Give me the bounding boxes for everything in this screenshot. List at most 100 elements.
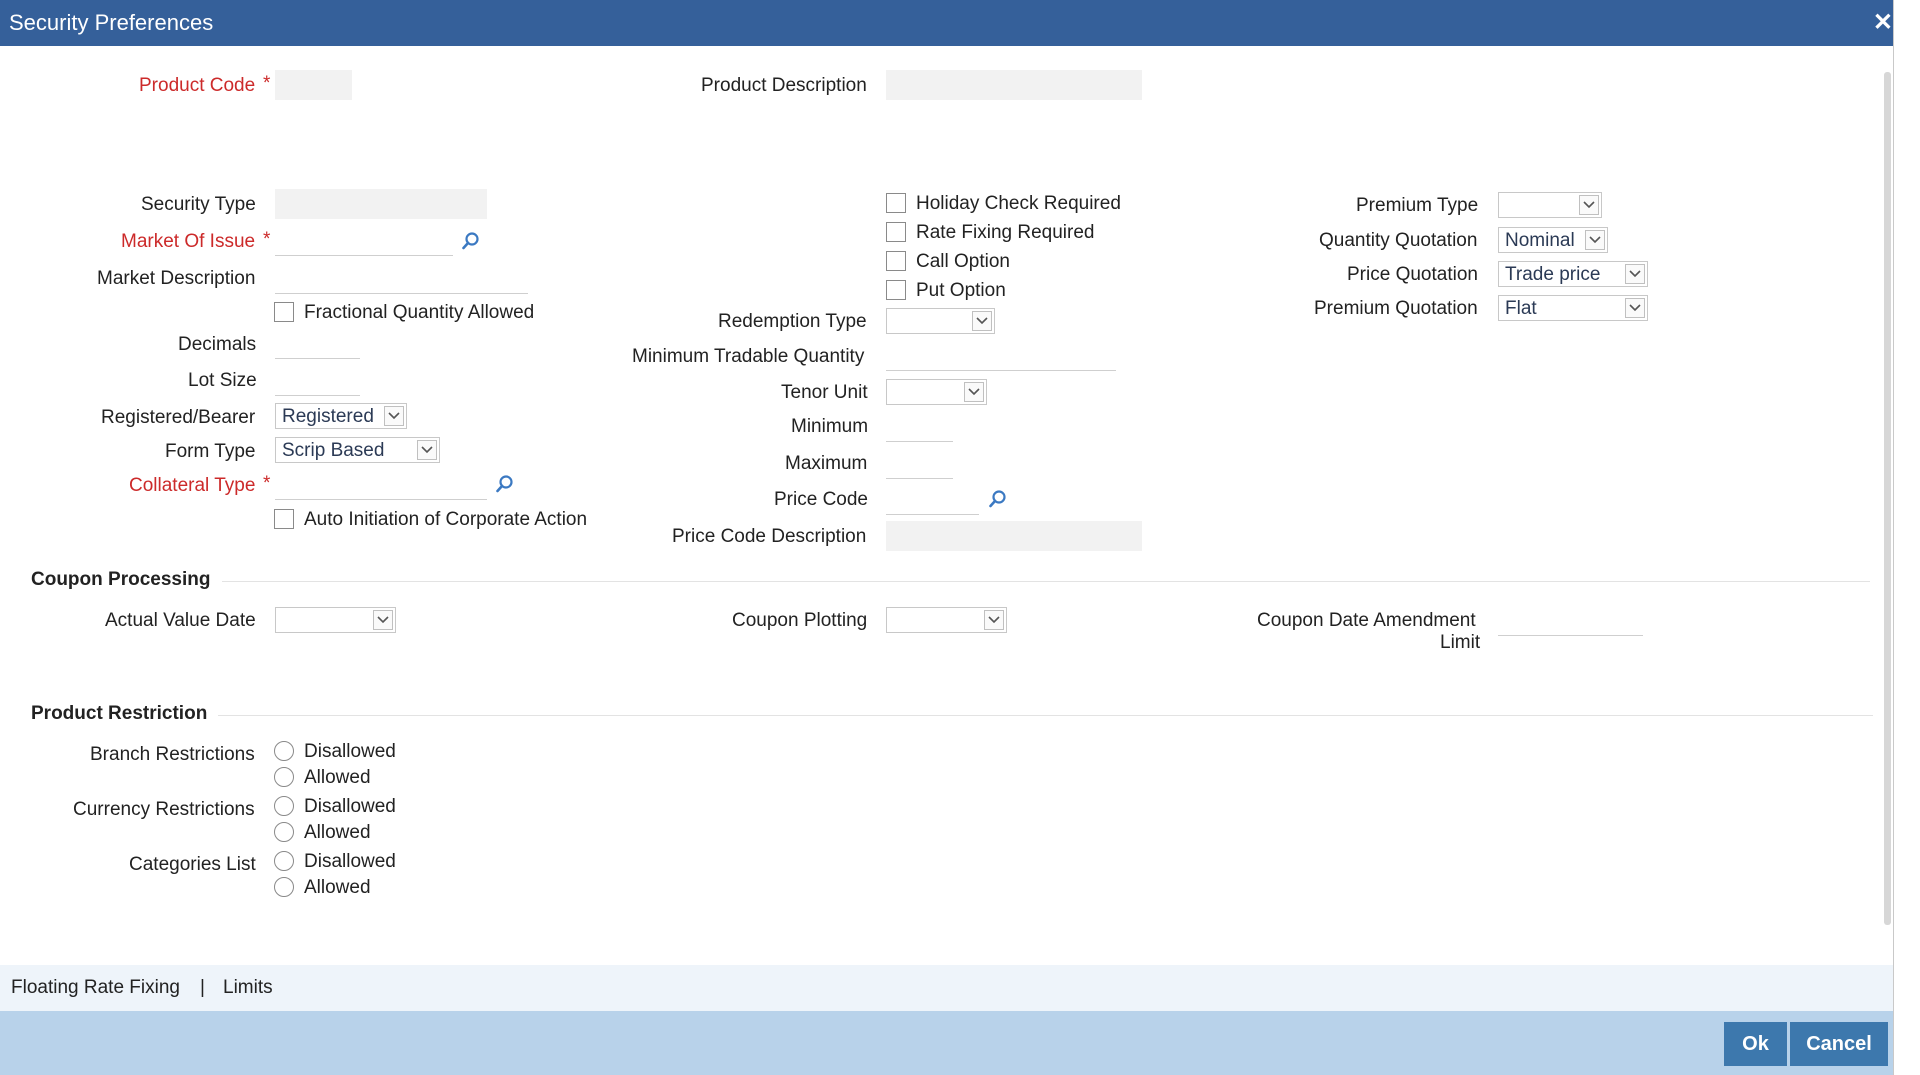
price-quotation-select[interactable]: Trade price [1498,261,1648,287]
branch-restrictions-label: Branch Restrictions [90,744,255,765]
search-icon[interactable] [461,231,481,251]
chevron-down-icon[interactable] [1585,230,1605,250]
chevron-down-icon[interactable] [1625,298,1645,318]
amendment-limit-input[interactable] [1498,607,1643,636]
security-preferences-window: Security Preferences ✕ Product Code * Pr… [0,0,1894,1075]
min-tradable-qty-label: Minimum Tradable Quantity [632,346,865,367]
lot-size-label: Lot Size [188,370,257,391]
market-of-issue-label: Market Of Issue [121,231,256,252]
chevron-down-icon[interactable] [373,610,393,630]
ok-button[interactable]: Ok [1724,1022,1787,1066]
chevron-down-icon[interactable] [1625,264,1645,284]
registered-bearer-select[interactable]: Registered [275,403,407,429]
categories-allowed-radio[interactable] [274,877,294,897]
sub-screen-tabs: Floating Rate Fixing | Limits [0,965,1893,1011]
price-code-desc-field [886,521,1142,551]
auto-initiation-checkbox[interactable] [274,509,294,529]
min-tradable-qty-input[interactable] [886,342,1116,371]
form-type-value: Scrip Based [282,440,385,461]
quantity-quotation-value: Nominal [1505,230,1575,251]
branch-disallowed-radio[interactable] [274,741,294,761]
categories-disallowed-label: Disallowed [304,851,396,872]
chevron-down-icon[interactable] [964,382,984,402]
categories-disallowed-radio[interactable] [274,851,294,871]
currency-disallowed-radio[interactable] [274,796,294,816]
product-restriction-heading: Product Restriction [31,703,208,724]
required-star: * [263,73,271,94]
price-quotation-label: Price Quotation [1347,264,1478,285]
chevron-down-icon[interactable] [972,311,992,331]
registered-bearer-label: Registered/Bearer [101,407,256,428]
rate-fixing-checkbox[interactable] [886,222,906,242]
price-code-input[interactable] [886,486,979,515]
lot-size-input[interactable] [275,367,360,396]
currency-disallowed-label: Disallowed [304,796,396,817]
form-type-select[interactable]: Scrip Based [275,437,440,463]
branch-disallowed-label: Disallowed [304,741,396,762]
minimum-label: Minimum [791,416,869,437]
redemption-type-select[interactable] [886,308,995,334]
maximum-label: Maximum [785,453,868,474]
chevron-down-icon[interactable] [417,440,437,460]
holiday-check-checkbox[interactable] [886,193,906,213]
required-star: * [263,229,271,250]
section-divider [218,715,1873,716]
call-option-checkbox[interactable] [886,251,906,271]
footer-bar: Ok Cancel [0,1011,1893,1075]
tenor-unit-label: Tenor Unit [781,382,868,403]
price-quotation-value: Trade price [1505,264,1601,285]
put-option-checkbox[interactable] [886,280,906,300]
search-icon[interactable] [495,474,515,494]
chevron-down-icon[interactable] [1579,195,1599,215]
security-type-label: Security Type [141,194,256,215]
fractional-quantity-checkbox[interactable] [274,302,294,322]
tab-separator: | [200,977,205,998]
maximum-input[interactable] [886,450,953,479]
decimals-input[interactable] [275,330,360,359]
actual-value-date-select[interactable] [275,607,396,633]
product-code-field[interactable] [275,70,352,100]
branch-allowed-radio[interactable] [274,767,294,787]
categories-allowed-label: Allowed [304,877,371,898]
product-description-label: Product Description [701,75,867,96]
collateral-type-input[interactable] [275,471,487,500]
chevron-down-icon[interactable] [984,610,1004,630]
price-code-desc-label: Price Code Description [672,526,867,547]
search-icon[interactable] [988,489,1008,509]
registered-bearer-value: Registered [282,406,374,427]
vertical-scrollbar[interactable] [1884,72,1891,925]
section-divider [222,581,1870,582]
close-icon[interactable]: ✕ [1873,0,1893,46]
auto-initiation-label: Auto Initiation of Corporate Action [304,509,588,530]
fractional-quantity-label: Fractional Quantity Allowed [304,302,535,323]
coupon-plotting-label: Coupon Plotting [732,610,868,631]
decimals-label: Decimals [178,334,257,355]
call-option-label: Call Option [916,251,1010,272]
put-option-label: Put Option [916,280,1006,301]
premium-quotation-select[interactable]: Flat [1498,295,1648,321]
title-bar: Security Preferences ✕ [0,0,1893,46]
branch-allowed-label: Allowed [304,767,371,788]
tenor-unit-select[interactable] [886,379,987,405]
categories-list-label: Categories List [129,854,256,875]
tab-limits[interactable]: Limits [223,965,273,1011]
market-of-issue-input[interactable] [275,227,453,256]
tab-floating-rate-fixing[interactable]: Floating Rate Fixing [11,965,180,1011]
market-description-field [275,265,528,294]
quantity-quotation-select[interactable]: Nominal [1498,227,1608,253]
coupon-plotting-select[interactable] [886,607,1007,633]
premium-type-select[interactable] [1498,192,1602,218]
form-type-label: Form Type [165,441,256,462]
currency-allowed-label: Allowed [304,822,371,843]
chevron-down-icon[interactable] [384,406,404,426]
amendment-limit-label-line1: Coupon Date Amendment [1257,610,1476,631]
premium-quotation-label: Premium Quotation [1314,298,1478,319]
required-star: * [263,473,271,494]
currency-allowed-radio[interactable] [274,822,294,842]
holiday-check-label: Holiday Check Required [916,193,1121,214]
redemption-type-label: Redemption Type [718,311,867,332]
security-type-field [275,189,487,219]
currency-restrictions-label: Currency Restrictions [73,799,255,820]
minimum-input[interactable] [886,413,953,442]
cancel-button[interactable]: Cancel [1790,1022,1888,1066]
